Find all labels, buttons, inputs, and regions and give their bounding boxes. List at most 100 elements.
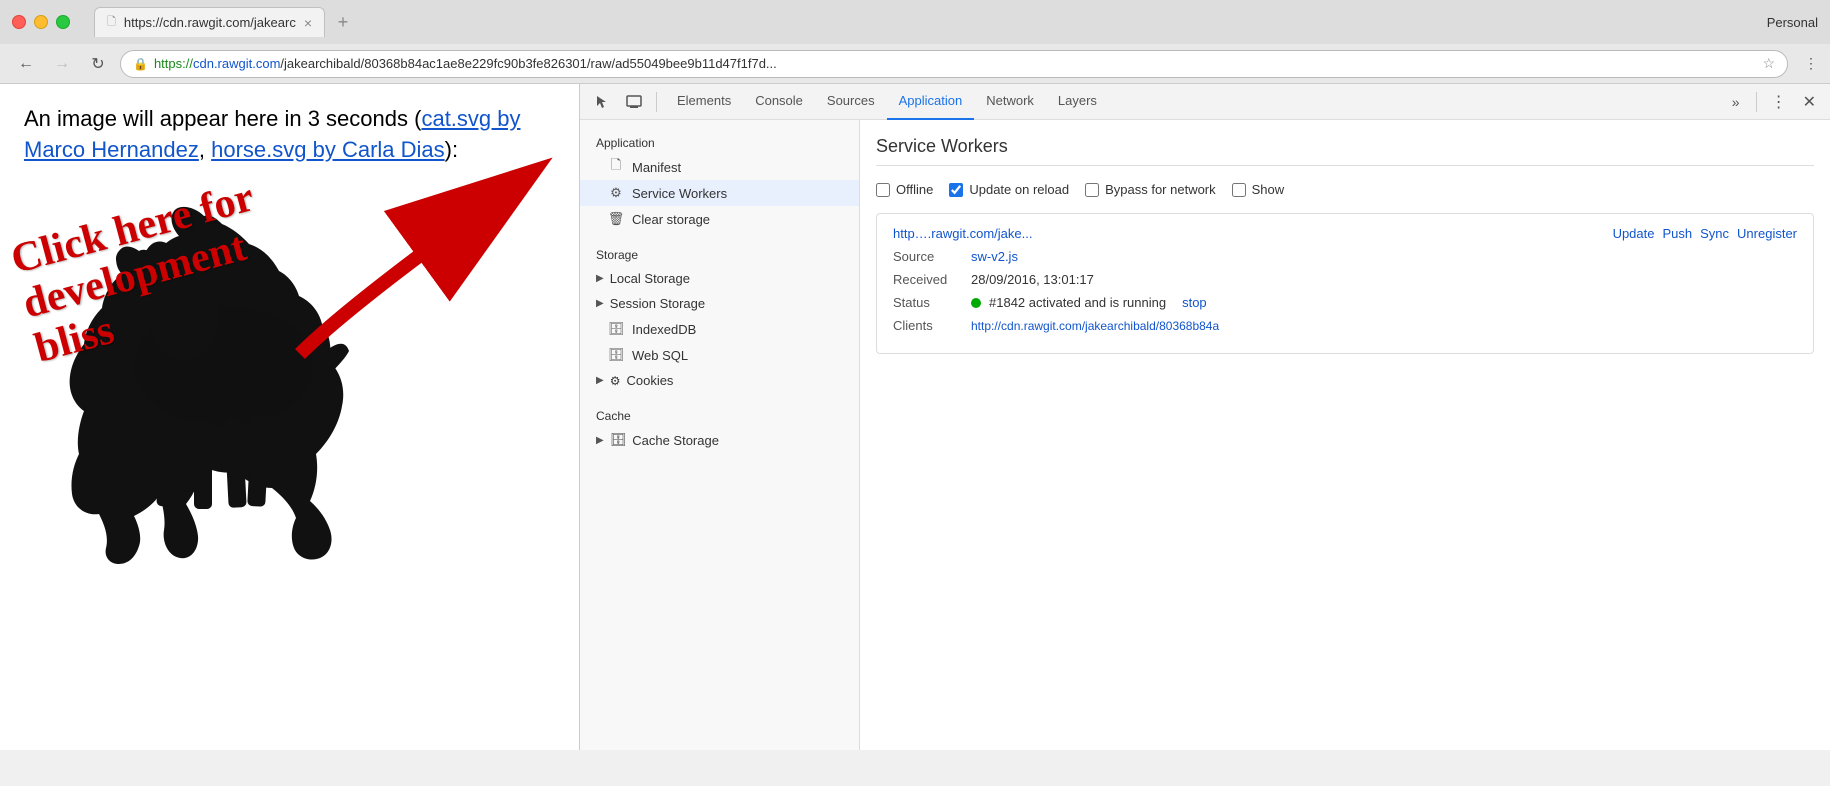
- offline-label: Offline: [896, 182, 933, 197]
- inspect-element-button[interactable]: [588, 90, 616, 114]
- device-icon: [626, 94, 642, 110]
- sidebar-item-web-sql[interactable]: 🗄 Web SQL: [580, 342, 859, 368]
- show-label: Show: [1252, 182, 1285, 197]
- show-checkbox[interactable]: [1232, 183, 1246, 197]
- sidebar-group-cookies[interactable]: ▶ ⚙ Cookies: [580, 368, 859, 393]
- browser-tab[interactable]: 🗋 https://cdn.rawgit.com/jakearc ×: [94, 7, 325, 37]
- toolbar-separator: [656, 92, 657, 112]
- tab-application[interactable]: Application: [887, 84, 975, 120]
- text-suffix: ):: [445, 137, 458, 162]
- tab-elements[interactable]: Elements: [665, 84, 743, 120]
- close-button[interactable]: [12, 15, 26, 29]
- devtools-sidebar: Application 🗋 Manifest ⚙ Service Workers…: [580, 120, 860, 750]
- url-domain: cdn.rawgit.com: [193, 56, 280, 71]
- cookies-arrow: ▶: [596, 375, 604, 386]
- tab-network[interactable]: Network: [974, 84, 1046, 120]
- sidebar-session-storage-label: Session Storage: [610, 296, 705, 311]
- devtools-content: Application 🗋 Manifest ⚙ Service Workers…: [580, 120, 1830, 750]
- sidebar-local-storage-label: Local Storage: [610, 271, 690, 286]
- secure-icon: 🔒: [133, 57, 148, 71]
- horse-image: [24, 186, 464, 586]
- received-value: 28/09/2016, 13:01:17: [971, 272, 1094, 287]
- profile-label: Personal: [1767, 15, 1818, 30]
- clients-label: Clients: [893, 318, 963, 333]
- refresh-button[interactable]: ↻: [84, 50, 112, 78]
- maximize-button[interactable]: [56, 15, 70, 29]
- horse-svg-link[interactable]: horse.svg by Carla Dias: [211, 137, 445, 162]
- sidebar-group-session-storage[interactable]: ▶ Session Storage: [580, 291, 859, 316]
- sw-clients-row: Clients http://cdn.rawgit.com/jakearchib…: [893, 318, 1797, 333]
- manifest-icon: 🗋: [608, 159, 624, 175]
- url-field[interactable]: 🔒 https://cdn.rawgit.com/jakearchibald/8…: [120, 50, 1788, 78]
- toolbar-separator-2: [1756, 92, 1757, 112]
- sw-stop-link[interactable]: stop: [1182, 295, 1207, 310]
- sidebar-section-application: Application: [580, 128, 859, 154]
- link-separator: ,: [199, 137, 211, 162]
- sw-sync-link[interactable]: Sync: [1700, 226, 1729, 241]
- offline-checkbox[interactable]: [876, 183, 890, 197]
- webpage-content: An image will appear here in 3 seconds (…: [0, 84, 580, 750]
- local-storage-arrow: ▶: [596, 273, 604, 284]
- service-workers-icon: ⚙: [608, 185, 624, 201]
- source-label: Source: [893, 249, 963, 264]
- session-storage-arrow: ▶: [596, 298, 604, 309]
- service-workers-options: Offline Update on reload Bypass for netw…: [876, 182, 1814, 197]
- clear-storage-icon: 🗑: [608, 211, 624, 227]
- tab-console[interactable]: Console: [743, 84, 815, 120]
- update-on-reload-checkbox-label[interactable]: Update on reload: [949, 182, 1069, 197]
- sw-client-url: http://cdn.rawgit.com/jakearchibald/8036…: [971, 319, 1219, 333]
- devtools-options-button[interactable]: ⋮: [1765, 88, 1793, 116]
- cache-storage-arrow: ▶: [596, 435, 604, 446]
- sidebar-item-indexeddb[interactable]: 🗄 IndexedDB: [580, 316, 859, 342]
- address-bar: ← → ↻ 🔒 https://cdn.rawgit.com/jakearchi…: [0, 44, 1830, 84]
- devtools-tabs: Elements Console Sources Application Net…: [665, 84, 1748, 120]
- tab-close-button[interactable]: ×: [304, 15, 312, 31]
- received-label: Received: [893, 272, 963, 287]
- browser-menu-icon[interactable]: ⋮: [1804, 55, 1818, 72]
- sw-url-row: http….rawgit.com/jake... Update Push Syn…: [893, 226, 1797, 241]
- sw-push-link[interactable]: Push: [1662, 226, 1692, 241]
- bookmark-star-icon[interactable]: ☆: [1762, 55, 1775, 72]
- traffic-lights[interactable]: [12, 15, 70, 29]
- update-on-reload-checkbox[interactable]: [949, 183, 963, 197]
- indexeddb-icon: 🗄: [608, 321, 624, 337]
- sidebar-item-service-workers[interactable]: ⚙ Service Workers: [580, 180, 859, 206]
- show-checkbox-label[interactable]: Show: [1232, 182, 1285, 197]
- sw-update-link[interactable]: Update: [1613, 226, 1655, 241]
- devtools-close-button[interactable]: ✕: [1797, 88, 1822, 116]
- bypass-network-checkbox-label[interactable]: Bypass for network: [1085, 182, 1216, 197]
- web-sql-icon: 🗄: [608, 347, 624, 363]
- more-tabs-button[interactable]: »: [1724, 90, 1748, 114]
- devtools-toolbar: Elements Console Sources Application Net…: [580, 84, 1830, 120]
- sidebar-item-manifest[interactable]: 🗋 Manifest: [580, 154, 859, 180]
- tab-sources[interactable]: Sources: [815, 84, 887, 120]
- sidebar-group-cache-storage[interactable]: ▶ 🗄 Cache Storage: [580, 427, 859, 453]
- devtools-main-panel: Service Workers Offline Update on reload…: [860, 120, 1830, 750]
- sidebar-section-cache: Cache: [580, 401, 859, 427]
- sidebar-web-sql-label: Web SQL: [632, 348, 688, 363]
- sw-unregister-link[interactable]: Unregister: [1737, 226, 1797, 241]
- device-toolbar-button[interactable]: [620, 90, 648, 114]
- sidebar-indexeddb-label: IndexedDB: [632, 322, 696, 337]
- sidebar-group-local-storage[interactable]: ▶ Local Storage: [580, 266, 859, 291]
- tab-layers[interactable]: Layers: [1046, 84, 1109, 120]
- offline-checkbox-label[interactable]: Offline: [876, 182, 933, 197]
- sw-source-row: Source sw-v2.js: [893, 249, 1797, 264]
- update-on-reload-label: Update on reload: [969, 182, 1069, 197]
- cache-storage-icon: 🗄: [610, 432, 627, 448]
- bypass-network-checkbox[interactable]: [1085, 183, 1099, 197]
- url-https: https://: [154, 56, 193, 71]
- sidebar-item-clear-storage[interactable]: 🗑 Clear storage: [580, 206, 859, 232]
- forward-button[interactable]: →: [48, 50, 76, 78]
- sidebar-cookies-label: Cookies: [626, 373, 673, 388]
- sw-url[interactable]: http….rawgit.com/jake...: [893, 226, 1032, 241]
- url-path: /jakearchibald/80368b84ac1ae8e229fc90b3f…: [280, 56, 776, 71]
- back-button[interactable]: ←: [12, 50, 40, 78]
- sw-source-file[interactable]: sw-v2.js: [971, 249, 1018, 264]
- service-workers-title: Service Workers: [876, 136, 1814, 166]
- new-tab-button[interactable]: +: [325, 7, 361, 37]
- status-text: #1842 activated and is running: [989, 295, 1166, 310]
- sidebar-service-workers-label: Service Workers: [632, 186, 727, 201]
- minimize-button[interactable]: [34, 15, 48, 29]
- sw-received-row: Received 28/09/2016, 13:01:17: [893, 272, 1797, 287]
